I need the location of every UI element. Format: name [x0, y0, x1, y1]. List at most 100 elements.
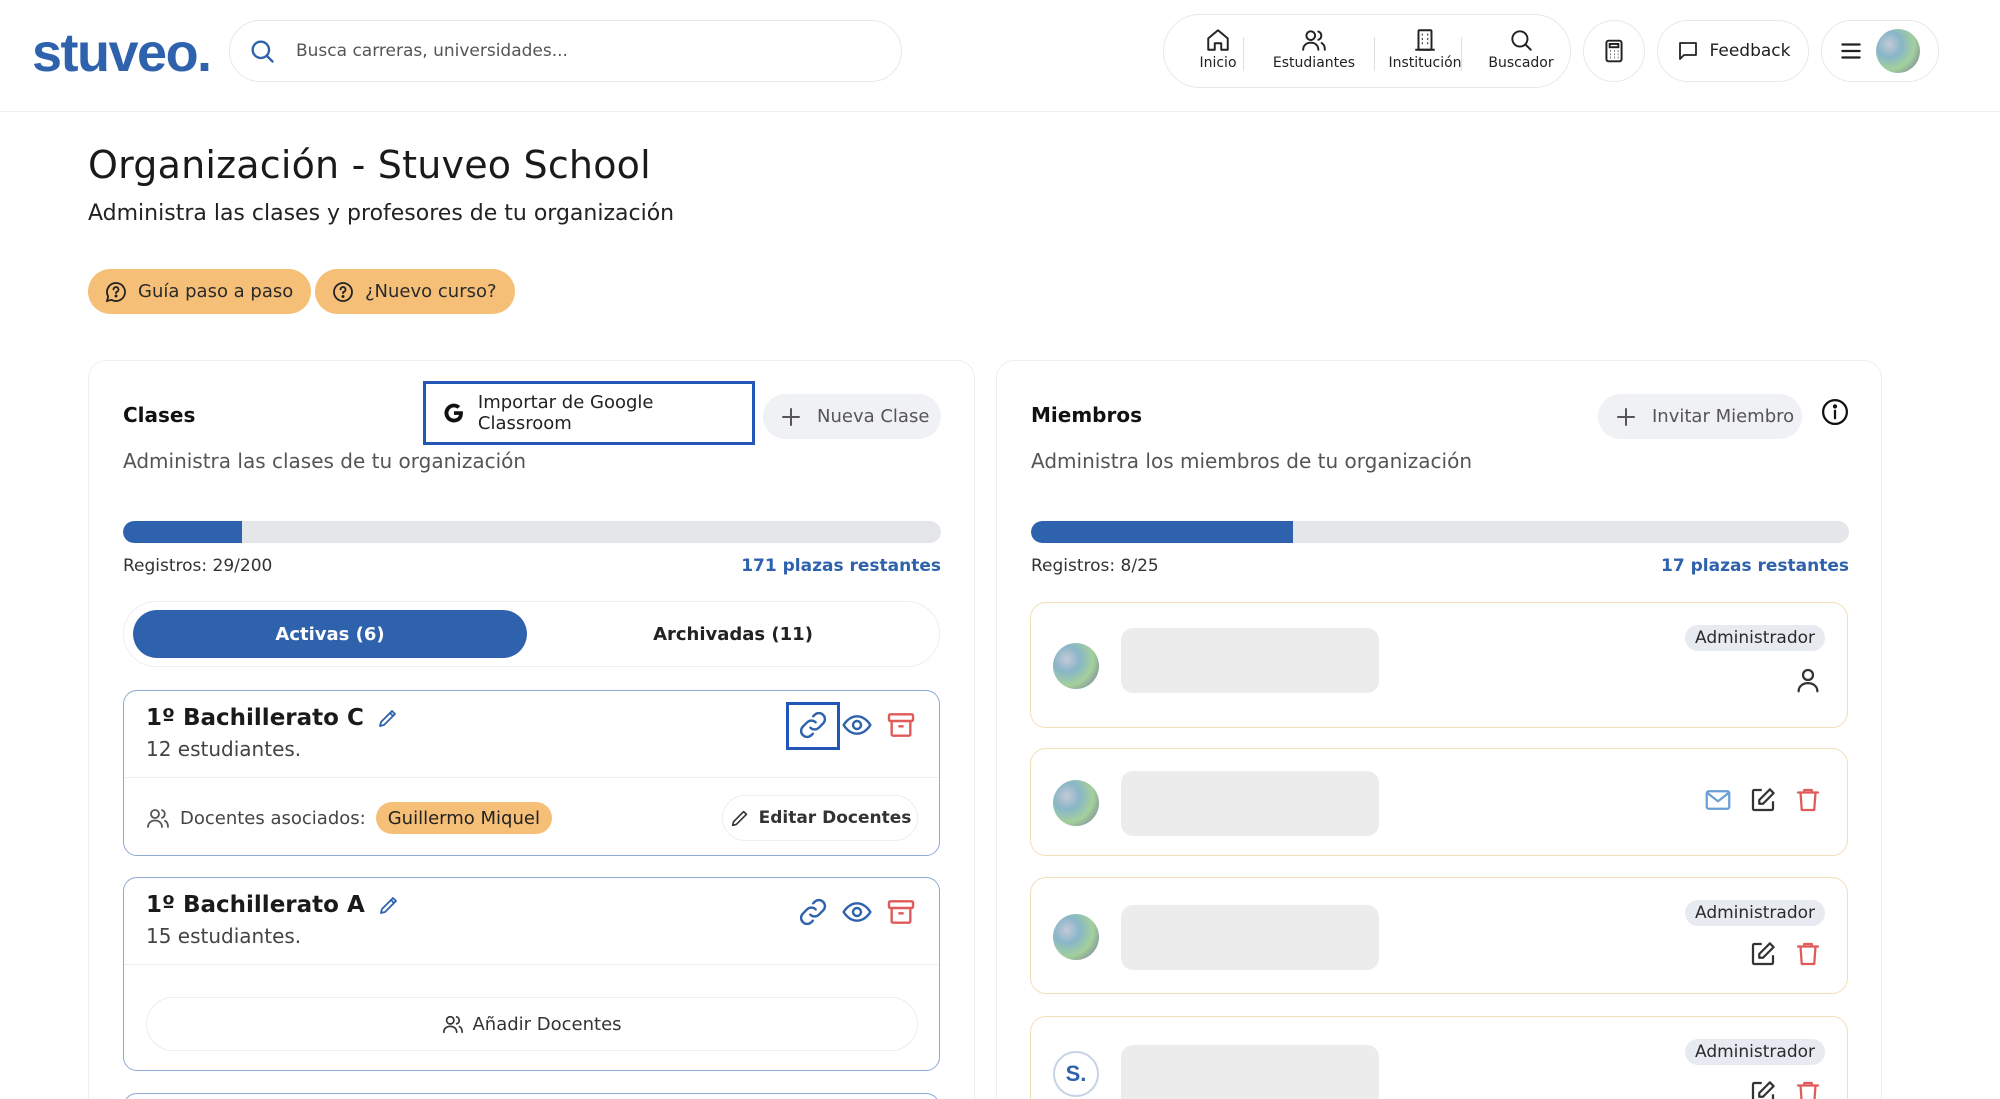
tab-activas[interactable]: Activas (6)	[133, 610, 527, 658]
users-icon	[147, 809, 169, 828]
add-teachers-label: Añadir Docentes	[472, 1013, 622, 1035]
invite-member-label: Invitar Miembro	[1652, 406, 1795, 427]
import-google-classroom-button[interactable]: Importar de Google Classroom	[423, 381, 755, 445]
building-icon	[1415, 29, 1435, 51]
user-icon	[1797, 668, 1819, 693]
edit-icon[interactable]	[1748, 1078, 1778, 1099]
class-name: 1º Bachillerato A	[146, 892, 401, 918]
class-card: 1º Bachillerato A 15 estudiantes. Añadir…	[123, 877, 940, 1071]
nav-institucion[interactable]: Institución	[1370, 27, 1480, 83]
class-card: 1º Bachillerato C 12 estudiantes. Docent…	[123, 690, 940, 856]
search-bar[interactable]	[229, 20, 902, 82]
classes-subtitle: Administra las clases de tu organización	[123, 449, 527, 473]
class-name-text: 1º Bachillerato A	[146, 892, 365, 918]
nav-buscador-label: Buscador	[1488, 55, 1554, 71]
new-course-button[interactable]: ¿Nuevo curso?	[315, 269, 515, 314]
members-registros: Registros: 8/25	[1031, 556, 1159, 576]
classes-progress-fill	[123, 521, 242, 543]
divider	[124, 777, 939, 778]
nav-estudiantes[interactable]: Estudiantes	[1259, 27, 1369, 83]
nav-inicio[interactable]: Inicio	[1184, 27, 1252, 83]
class-student-count: 15 estudiantes.	[146, 924, 302, 948]
page-subtitle: Administra las clases y profesores de tu…	[88, 201, 675, 226]
teacher-badge: Guillermo Miquel	[375, 802, 552, 834]
google-icon	[444, 403, 463, 423]
associated-teachers-row: Docentes asociados: Guillermo Miquel	[146, 802, 552, 834]
top-navigation-bar: stuveo. Inicio Estudiantes Institución B…	[0, 0, 2000, 112]
info-icon[interactable]	[1820, 397, 1850, 427]
main-nav-group: Inicio Estudiantes Institución Buscador	[1163, 14, 1571, 88]
classes-tabs: Activas (6) Archivadas (11)	[123, 601, 940, 667]
role-badge: Administrador	[1684, 625, 1825, 651]
class-card	[123, 1093, 940, 1099]
edit-icon[interactable]	[1748, 939, 1778, 969]
import-google-classroom-label: Importar de Google Classroom	[477, 392, 654, 434]
classes-title: Clases	[123, 403, 196, 427]
home-icon	[1207, 29, 1229, 51]
link-icon[interactable]	[797, 709, 829, 741]
calculator-icon	[1605, 39, 1623, 63]
member-row: Administrador	[1030, 877, 1848, 994]
add-teachers-button[interactable]: Añadir Docentes	[146, 997, 918, 1051]
page-title: Organización - Stuveo School	[88, 143, 651, 187]
pencil-icon[interactable]	[377, 893, 401, 917]
members-progress-fill	[1031, 521, 1293, 543]
invite-member-button[interactable]: Invitar Miembro	[1598, 394, 1802, 439]
guide-label: Guía paso a paso	[138, 281, 294, 302]
nav-buscador[interactable]: Buscador	[1476, 27, 1566, 83]
trash-icon[interactable]	[1793, 1078, 1823, 1099]
members-remaining: 17 plazas restantes	[1661, 556, 1849, 576]
search-input[interactable]	[296, 35, 876, 67]
search-icon	[251, 40, 274, 63]
edit-icon[interactable]	[1748, 785, 1778, 815]
tab-archivadas[interactable]: Archivadas (11)	[534, 610, 932, 658]
archive-icon[interactable]	[885, 896, 917, 928]
role-badge: Administrador	[1684, 1039, 1825, 1065]
new-class-label: Nueva Clase	[817, 406, 930, 427]
message-square-icon	[1678, 42, 1697, 60]
associated-teachers-label: Docentes asociados:	[180, 807, 366, 829]
divider	[124, 964, 939, 965]
role-badge: Administrador	[1684, 900, 1825, 926]
nav-divider	[1243, 37, 1244, 71]
nav-divider	[1461, 37, 1462, 71]
new-class-button[interactable]: Nueva Clase	[763, 394, 941, 439]
archive-icon[interactable]	[885, 709, 917, 741]
eye-icon[interactable]	[841, 896, 873, 928]
help-circle-icon	[333, 281, 353, 302]
users-icon	[1302, 30, 1326, 51]
trash-icon[interactable]	[1793, 785, 1823, 815]
edit-teachers-button[interactable]: Editar Docentes	[722, 795, 918, 841]
nav-inicio-label: Inicio	[1199, 55, 1237, 71]
stuveo-logo[interactable]: stuveo.	[32, 22, 212, 84]
classes-registros: Registros: 29/200	[123, 556, 273, 576]
link-icon[interactable]	[797, 896, 829, 928]
mail-icon[interactable]	[1703, 785, 1733, 815]
pencil-icon[interactable]	[376, 706, 400, 730]
member-row: Administrador	[1030, 602, 1848, 728]
classes-remaining: 171 plazas restantes	[741, 556, 941, 576]
guide-button[interactable]: Guía paso a paso	[88, 269, 312, 314]
user-menu-button[interactable]	[1821, 20, 1939, 82]
classes-progress-bar	[123, 521, 941, 543]
feedback-label: Feedback	[1709, 41, 1791, 61]
nav-estudiantes-label: Estudiantes	[1272, 55, 1356, 71]
eye-icon[interactable]	[841, 709, 873, 741]
trash-icon[interactable]	[1793, 939, 1823, 969]
member-info-placeholder	[1121, 1045, 1379, 1099]
calculator-button[interactable]	[1583, 20, 1645, 82]
pencil-icon	[731, 810, 747, 827]
member-info-placeholder	[1121, 771, 1379, 836]
member-avatar: S.	[1053, 1051, 1099, 1097]
members-progress-bar	[1031, 521, 1849, 543]
member-avatar	[1053, 780, 1099, 826]
members-title: Miembros	[1031, 403, 1142, 427]
class-student-count: 12 estudiantes.	[146, 737, 302, 761]
member-row	[1030, 748, 1848, 856]
menu-icon	[1841, 43, 1861, 59]
member-avatar	[1053, 914, 1099, 960]
feedback-button[interactable]: Feedback	[1657, 20, 1809, 82]
member-row: S. Administrador	[1030, 1016, 1848, 1099]
plus-icon	[1617, 407, 1635, 426]
class-name-text: 1º Bachillerato C	[146, 705, 364, 731]
